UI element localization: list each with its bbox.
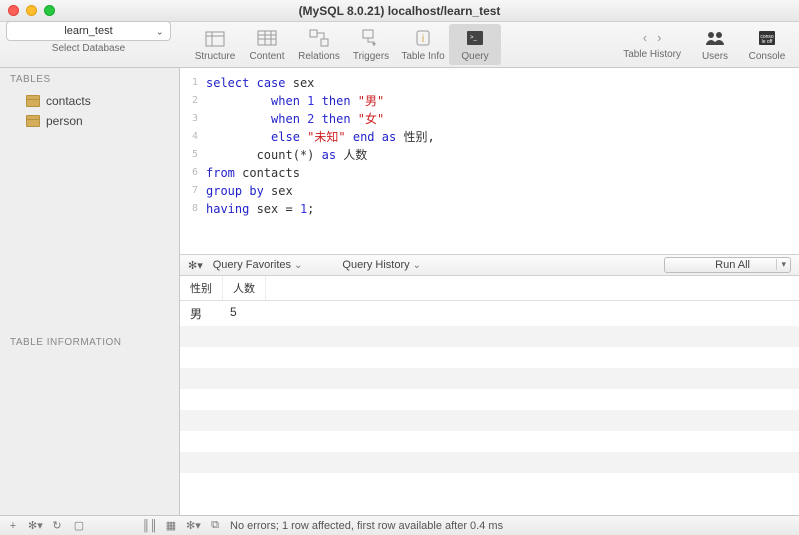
sql-editor[interactable]: 12345678 select case sex when 1 then "男"… [180,68,799,224]
table info-icon: i [411,27,435,49]
window-title: (MySQL 8.0.21) localhost/learn_test [0,4,799,18]
refresh-icon[interactable]: ↻ [50,519,64,532]
toolbar-tab-table-info[interactable]: iTable Info [397,24,449,65]
query-settings-icon[interactable]: ✻▾ [188,259,203,272]
results-body: 男5 [180,301,799,515]
copy-icon[interactable]: ⧉ [208,519,222,532]
triggers-icon [359,27,383,49]
table-icon [26,95,40,107]
toolbar-tab-relations[interactable]: Relations [293,24,345,65]
gear2-icon[interactable]: ✻▾ [186,519,200,532]
column-header[interactable]: 性别 [180,276,223,300]
table-item-person[interactable]: person [0,111,179,131]
database-selector-label: Select Database [52,43,125,54]
columns-icon[interactable]: ║║ [142,520,156,532]
sidebar-info-heading: TABLE INFORMATION [0,331,179,354]
column-header[interactable]: 人数 [223,276,266,300]
table-icon [26,115,40,127]
svg-text:i: i [422,33,424,45]
toolbar: learn_test Select Database StructureCont… [0,22,799,68]
grid-icon[interactable]: ▦ [164,519,178,532]
history-back-button[interactable]: ‹ [643,30,647,45]
table-history-label: Table History [623,49,681,60]
status-text: No errors; 1 row affected, first row ava… [230,520,503,532]
users-icon [703,27,727,49]
toolbar-tab-query[interactable]: >_Query [449,24,501,65]
query-favorites-dropdown[interactable]: Query Favorites [213,259,303,271]
console-icon: console off [755,27,779,49]
toolbar-tab-structure[interactable]: Structure [189,24,241,65]
query-history-dropdown[interactable]: Query History [342,259,421,271]
titlebar: (MySQL 8.0.21) localhost/learn_test [0,0,799,22]
relations-icon [307,27,331,49]
toolbar-tab-content[interactable]: Content [241,24,293,65]
database-selector[interactable]: learn_test [6,21,171,41]
statusbar: + ✻▾ ↻ ▢ ║║ ▦ ✻▾ ⧉ No errors; 1 row affe… [0,515,799,535]
gear-icon[interactable]: ✻▾ [28,519,42,532]
content-icon [255,27,279,49]
toolbar-users-button[interactable]: Users [689,24,741,65]
database-selector-value: learn_test [64,25,112,37]
panel-icon[interactable]: ▢ [72,519,86,532]
query-icon: >_ [463,27,487,49]
run-all-button[interactable]: Run All [664,257,791,273]
editor-area: 12345678 select case sex when 1 then "男"… [180,68,799,515]
history-forward-button[interactable]: › [657,30,661,45]
svg-text:>_: >_ [470,35,478,41]
toolbar-console-button[interactable]: console offConsole [741,24,793,65]
add-icon[interactable]: + [6,520,20,532]
structure-icon [203,27,227,49]
sidebar-tables-heading: TABLES [0,68,179,91]
table-item-contacts[interactable]: contacts [0,91,179,111]
result-row[interactable]: 男5 [180,301,799,326]
toolbar-tab-triggers[interactable]: Triggers [345,24,397,65]
svg-text:le off: le off [762,39,773,45]
sidebar: TABLES contactsperson TABLE INFORMATION [0,68,180,515]
query-midbar: ✻▾ Query Favorites Query History Run All [180,254,799,276]
results-header: 性别人数 [180,276,799,301]
